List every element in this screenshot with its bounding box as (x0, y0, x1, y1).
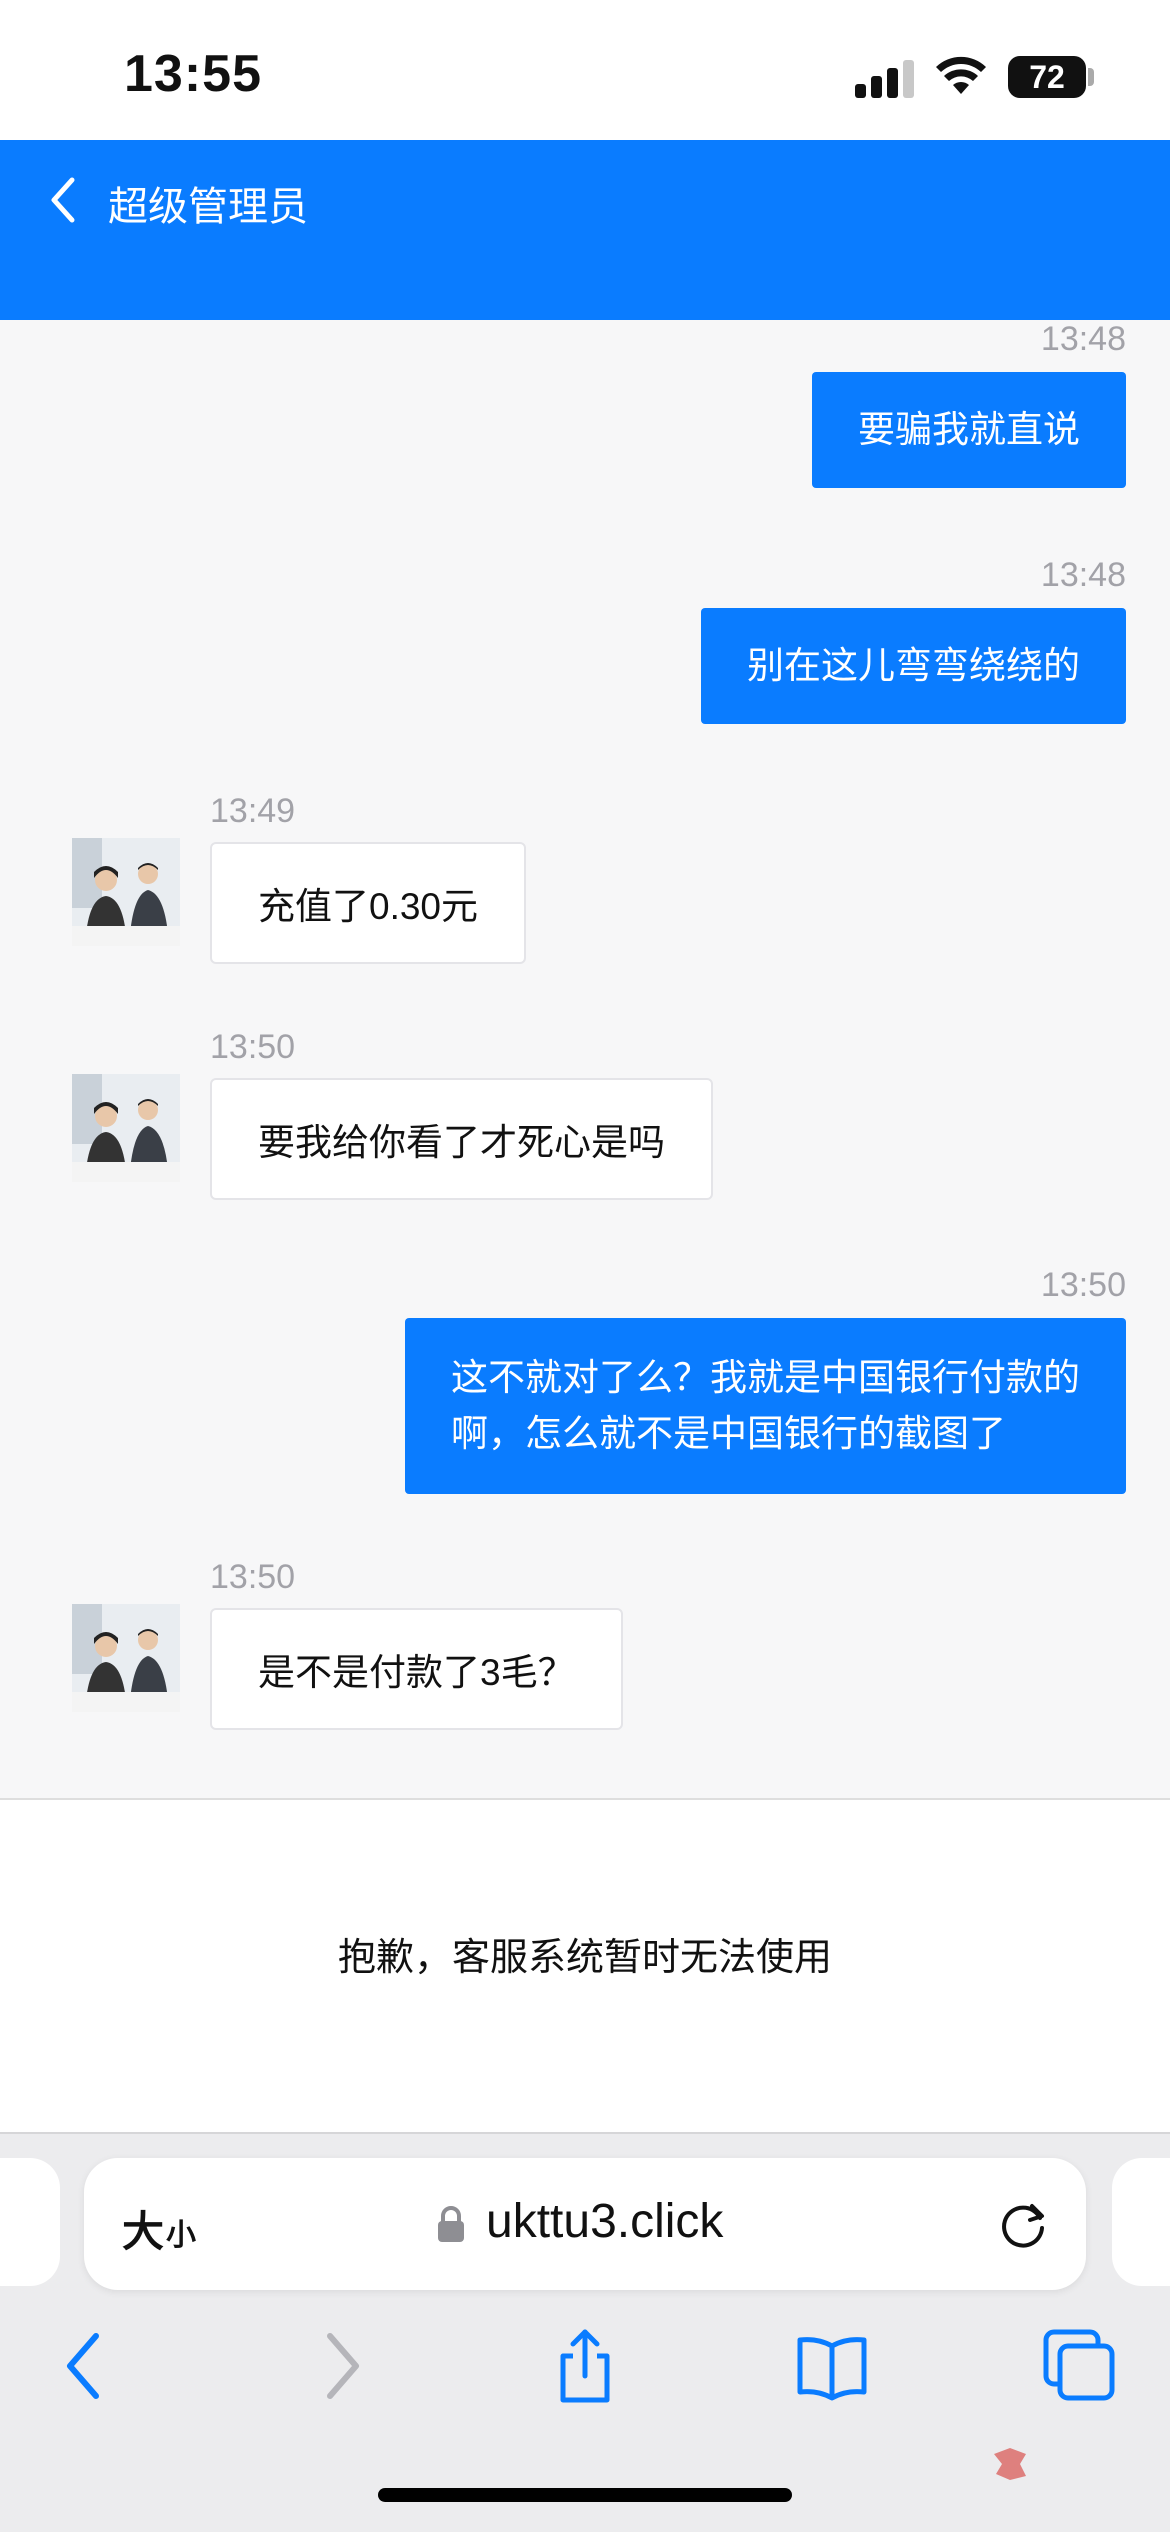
avatar-image (72, 838, 180, 946)
home-indicator[interactable] (378, 2488, 792, 2502)
next-tab-preview[interactable] (1112, 2158, 1170, 2286)
avatar-image (72, 1074, 180, 1182)
text-size-button-small[interactable]: 小 (166, 2210, 196, 2254)
chat-header: 超级管理员 (0, 140, 1170, 320)
back-arrow-icon[interactable] (46, 2326, 126, 2406)
service-unavailable-notice: 抱歉，客服系统暂时无法使用 (337, 1937, 832, 1979)
forward-arrow-icon[interactable] (300, 2326, 380, 2406)
back-chevron-icon[interactable] (40, 170, 90, 230)
status-time: 13:55 (124, 45, 262, 103)
page-title: 超级管理员 (108, 185, 308, 229)
agent-avatar[interactable] (72, 1604, 180, 1712)
agent-avatar[interactable] (72, 838, 180, 946)
outgoing-message[interactable]: 要骗我就直说 (812, 372, 1126, 488)
chat-area[interactable]: 13:48 要骗我就直说 13:48 别在这儿弯弯绕绕的 13:49 充值了0.… (0, 320, 1170, 1798)
bookmarks-icon[interactable] (792, 2326, 872, 2406)
incoming-message[interactable]: 充值了0.30元 (210, 842, 527, 964)
wifi-icon (936, 56, 986, 94)
battery-tip (1088, 68, 1094, 86)
reload-icon[interactable] (994, 2196, 1052, 2254)
watermark-logo (990, 2440, 1160, 2490)
message-line: 这不就对了么？我就是中国银行付款的 (451, 1357, 1080, 1398)
address-bar[interactable]: 大 小 ukttu3.click (84, 2158, 1086, 2290)
message-line: 啊，怎么就不是中国银行的截图了 (451, 1413, 1006, 1454)
url-text[interactable]: ukttu3.click (486, 2194, 723, 2249)
outgoing-message[interactable]: 这不就对了么？我就是中国银行付款的 啊，怎么就不是中国银行的截图了 (405, 1318, 1126, 1494)
outgoing-message[interactable]: 别在这儿弯弯绕绕的 (701, 608, 1126, 724)
status-bar: 13:55 72 (0, 0, 1170, 140)
message-time: 13:48 (1040, 320, 1126, 358)
text-size-button[interactable]: 大 (122, 2198, 164, 2259)
incoming-message[interactable]: 是不是付款了3毛？ (210, 1608, 623, 1730)
battery-icon: 72 (1008, 56, 1086, 98)
share-icon[interactable] (545, 2326, 625, 2406)
message-time: 13:48 (1040, 556, 1126, 594)
message-time: 13:49 (210, 792, 296, 830)
message-time: 13:50 (210, 1558, 296, 1596)
previous-tab-preview[interactable] (0, 2158, 60, 2286)
agent-avatar[interactable] (72, 1074, 180, 1182)
tabs-icon[interactable] (1040, 2326, 1120, 2406)
watermark-icon (994, 2448, 1026, 2480)
message-time: 13:50 (210, 1028, 296, 1066)
lock-icon (438, 2206, 464, 2242)
signal-icon (855, 60, 915, 98)
avatar-image (72, 1604, 180, 1712)
notice-area: 抱歉，客服系统暂时无法使用 (0, 1800, 1170, 2132)
message-time: 13:50 (1040, 1266, 1126, 1304)
incoming-message[interactable]: 要我给你看了才死心是吗 (210, 1078, 713, 1200)
